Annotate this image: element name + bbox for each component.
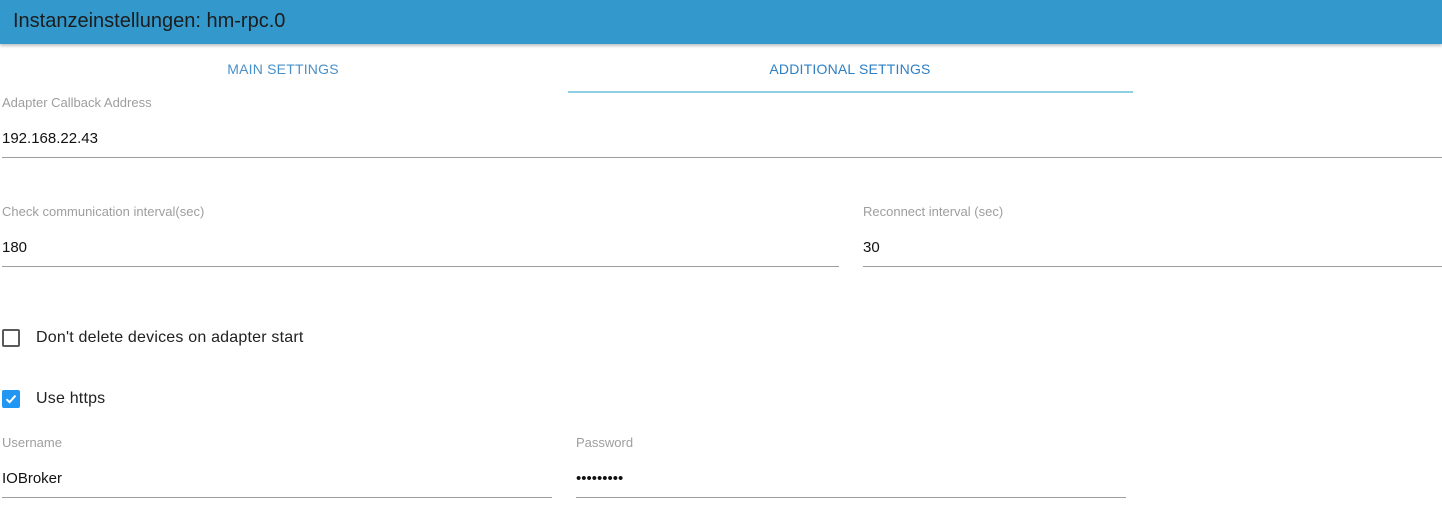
use-https-option[interactable]: Use https <box>0 387 105 411</box>
password-label: Password <box>576 435 634 450</box>
callback-address-label: Adapter Callback Address <box>2 95 152 110</box>
reconnect-interval-label: Reconnect interval (sec) <box>863 204 1004 219</box>
username-input[interactable] <box>2 460 552 498</box>
checkmark-icon <box>5 394 17 404</box>
check-interval-input[interactable] <box>2 229 839 267</box>
tab-additional-settings[interactable]: ADDITIONAL SETTINGS <box>567 44 1133 92</box>
active-tab-indicator <box>568 91 1133 93</box>
username-label: Username <box>2 435 62 450</box>
use-https-label: Use https <box>36 390 106 407</box>
password-input[interactable] <box>576 460 1126 498</box>
use-https-checkbox[interactable] <box>2 390 20 408</box>
settings-tabs: MAIN SETTINGS ADDITIONAL SETTINGS <box>0 44 1442 94</box>
tab-main-settings[interactable]: MAIN SETTINGS <box>0 44 566 92</box>
check-interval-label: Check communication interval(sec) <box>2 204 205 219</box>
dont-delete-devices-checkbox[interactable] <box>2 329 20 347</box>
callback-address-input[interactable] <box>2 120 1442 158</box>
dont-delete-devices-option[interactable]: Don't delete devices on adapter start <box>0 326 304 350</box>
reconnect-interval-input[interactable] <box>863 229 1442 267</box>
window-title: Instanzeinstellungen: hm-rpc.0 <box>13 10 286 32</box>
title-bar: Instanzeinstellungen: hm-rpc.0 <box>0 0 1442 44</box>
dont-delete-devices-label: Don't delete devices on adapter start <box>36 329 304 346</box>
